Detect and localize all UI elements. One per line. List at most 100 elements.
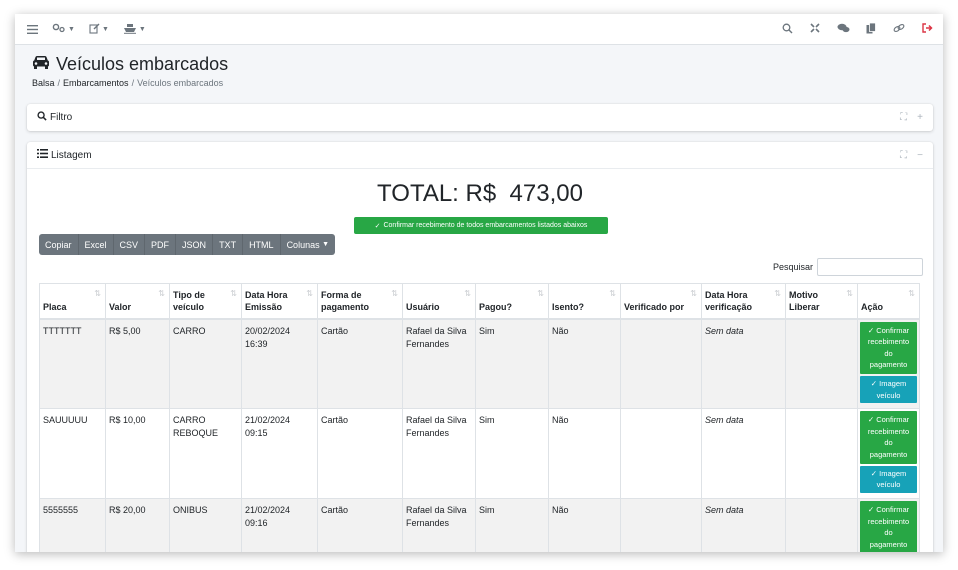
cell-usuario: Rafael da Silva Fernandes	[402, 498, 476, 552]
app-window: ▼ ▼ ▼ Veículos embarcados Balsa / Embarc…	[15, 14, 943, 552]
confirm-payment-button[interactable]: ✓ Confirmar recebimento do pagamento	[860, 411, 917, 464]
maximize-icon[interactable]: ⛶	[900, 112, 907, 123]
col-isento[interactable]: Isento? ⇅	[548, 283, 621, 320]
cogs-menu[interactable]: ▼	[52, 23, 75, 36]
sort-icon: ⇅	[230, 289, 237, 298]
cell-acao: ✓ Confirmar recebimento do pagamento ✓ Imag…	[857, 408, 920, 499]
cell-valor: R$ 20,00	[105, 498, 170, 552]
chevron-down-icon: ▼	[68, 26, 75, 33]
confirm-all-button[interactable]: ✓ Confirmar recebimento de todos embarca…	[354, 217, 608, 234]
listing-title: Listagem	[51, 149, 92, 161]
cell-placa: 5555555	[39, 498, 106, 552]
cell-tipo: ONIBUS	[169, 498, 242, 552]
listing-header[interactable]: Listagem ⛶ −	[27, 142, 933, 169]
menu-icon[interactable]	[27, 25, 38, 34]
cell-verificado	[620, 408, 702, 499]
ship-menu[interactable]: ▼	[123, 23, 146, 37]
breadcrumb-current: Veículos embarcados	[137, 78, 224, 88]
plus-icon[interactable]: +	[917, 112, 923, 123]
cell-tipo: CARRO	[169, 318, 242, 409]
col-tipo[interactable]: Tipo de veículo ⇅	[169, 283, 242, 320]
col-verificado-por[interactable]: Verificado por ⇅	[620, 283, 702, 320]
breadcrumb-embarcamentos[interactable]: Embarcamentos	[63, 78, 129, 88]
search-icon[interactable]	[781, 23, 793, 37]
maximize-icon[interactable]: ⛶	[900, 150, 907, 161]
link-icon[interactable]	[893, 23, 905, 36]
col-pagou[interactable]: Pagou? ⇅	[475, 283, 549, 320]
cell-data-emissao: 21/02/2024 09:16	[241, 498, 318, 552]
expand-icon[interactable]	[809, 23, 821, 36]
sort-icon: ⇅	[774, 289, 781, 298]
check-icon: ✓	[867, 415, 875, 424]
export-toolbar: Copiar Excel CSV PDF JSON TXT HTML Colun…	[39, 234, 336, 255]
breadcrumb-balsa[interactable]: Balsa	[32, 78, 55, 88]
edit-menu[interactable]: ▼	[89, 23, 109, 37]
cell-forma: Cartão	[317, 408, 403, 499]
copy-icon[interactable]	[865, 22, 877, 37]
chevron-down-icon: ▼	[322, 241, 330, 248]
cell-forma: Cartão	[317, 318, 403, 409]
check-icon: ✓	[867, 325, 875, 335]
filter-header[interactable]: Filtro ⛶ +	[27, 104, 933, 131]
col-forma-pagamento[interactable]: Forma de pagamento ⇅	[317, 283, 403, 320]
col-data-verificacao[interactable]: Data Hora verificação ⇅	[701, 283, 786, 320]
col-usuario[interactable]: Usuário ⇅	[402, 283, 476, 320]
confirm-payment-button[interactable]: ✓ Confirmar recebimento do pagamento	[860, 501, 917, 552]
cell-acao: ✓ Confirmar recebimento do pagamento	[857, 498, 920, 552]
check-icon: ✓	[867, 505, 875, 514]
csv-button[interactable]: CSV	[114, 234, 146, 255]
txt-button[interactable]: TXT	[213, 234, 244, 255]
cell-acao: ✓ Confirmar recebimento do pagamento ✓ Imag…	[857, 318, 920, 409]
cell-motivo	[785, 318, 858, 409]
pdf-button[interactable]: PDF	[145, 234, 177, 255]
sort-icon: ⇅	[609, 289, 616, 298]
minus-icon[interactable]: −	[917, 150, 923, 161]
total-amount: TOTAL: R$ 473,00	[377, 180, 583, 207]
cell-placa: TTTTTTT	[39, 318, 106, 409]
top-navbar: ▼ ▼ ▼	[15, 14, 943, 45]
check-icon: ✓	[374, 222, 381, 230]
filter-title: Filtro	[50, 112, 73, 123]
vehicle-image-button[interactable]: ✓ Imagem veículo	[860, 465, 917, 493]
col-data-emissao[interactable]: Data Hora Emissão ⇅	[241, 283, 318, 320]
col-acao[interactable]: Ação ⇅	[857, 283, 920, 320]
table-search: Pesquisar	[773, 258, 923, 276]
vehicles-table: Placa ⇅ Valor ⇅ Tipo de veículo ⇅ Data Hora E…	[39, 283, 920, 552]
vehicle-image-button[interactable]: ✓ Imagem veículo	[860, 376, 917, 404]
breadcrumb: Balsa / Embarcamentos / Veículos embarcados	[32, 78, 224, 88]
cell-motivo	[785, 408, 858, 499]
cell-data-verificacao: Sem data	[701, 318, 786, 409]
col-valor[interactable]: Valor ⇅	[105, 283, 170, 320]
page-title: Veículos embarcados	[32, 54, 228, 75]
cell-isento: Não	[548, 318, 621, 409]
col-motivo-liberar[interactable]: Motivo Liberar ⇅	[785, 283, 858, 320]
cell-data-emissao: 21/02/2024 09:15	[241, 408, 318, 499]
sort-icon: ⇅	[908, 289, 915, 298]
confirm-payment-button[interactable]: ✓ Confirmar recebimento do pagamento	[860, 321, 917, 374]
car-icon	[32, 54, 50, 75]
filter-card: Filtro ⛶ +	[27, 104, 933, 131]
logout-icon[interactable]	[921, 23, 933, 36]
json-button[interactable]: JSON	[176, 234, 214, 255]
search-label: Pesquisar	[772, 262, 813, 272]
excel-button[interactable]: Excel	[79, 234, 114, 255]
comments-icon[interactable]	[837, 23, 850, 36]
ship-icon	[123, 23, 137, 37]
sort-icon: ⇅	[306, 289, 313, 298]
cell-data-emissao: 20/02/2024 16:39	[241, 318, 318, 409]
cell-pagou: Sim	[475, 408, 549, 499]
sort-icon: ⇅	[690, 289, 697, 298]
columns-button[interactable]: Colunas ▼	[281, 234, 335, 255]
cell-usuario: Rafael da Silva Fernandes	[402, 318, 476, 409]
search-input[interactable]	[817, 258, 923, 276]
cell-isento: Não	[548, 408, 621, 499]
cogs-icon	[52, 23, 66, 36]
cell-pagou: Sim	[475, 318, 549, 409]
copy-button[interactable]: Copiar	[39, 234, 79, 255]
col-placa[interactable]: Placa ⇅	[39, 283, 106, 320]
html-button[interactable]: HTML	[243, 234, 281, 255]
cell-valor: R$ 10,00	[105, 408, 170, 499]
sort-icon: ⇅	[158, 289, 165, 298]
sort-icon: ⇅	[391, 289, 398, 298]
cell-pagou: Sim	[475, 498, 549, 552]
